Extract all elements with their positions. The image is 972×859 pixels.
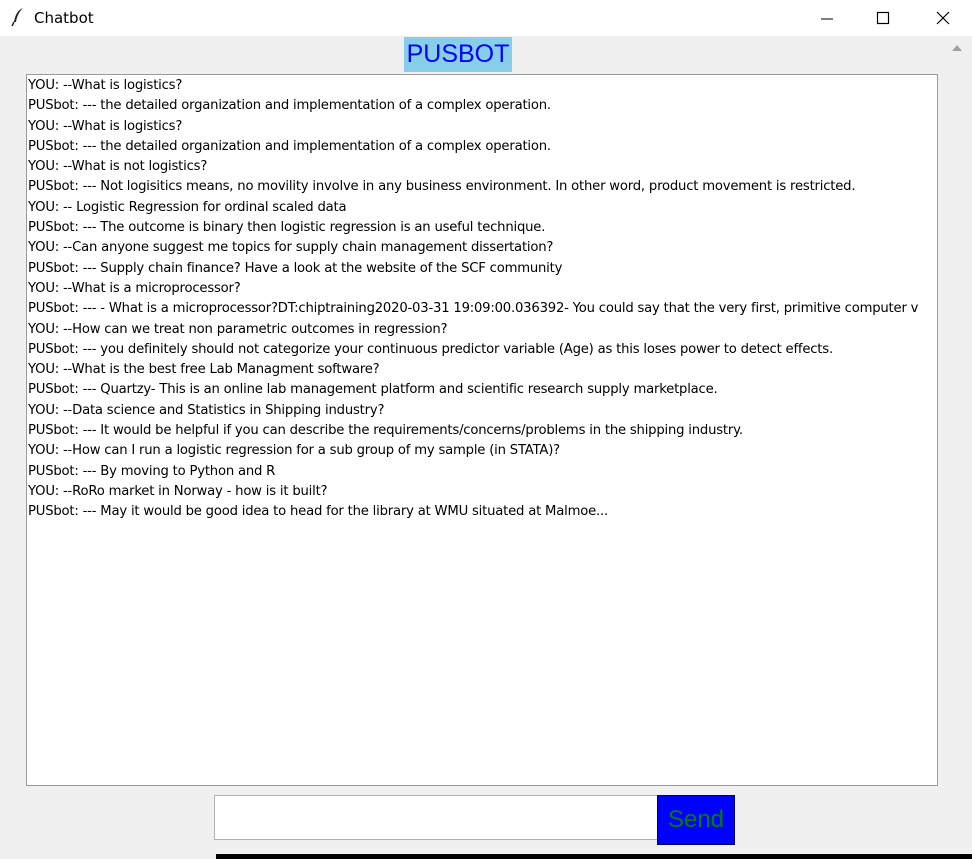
feather-icon	[10, 7, 28, 27]
chat-message-line: PUSbot: --- you definitely should not ca…	[28, 341, 833, 357]
chat-message-line: PUSbot: --- It would be helpful if you c…	[28, 423, 743, 439]
title-bar: Chatbot	[0, 0, 972, 36]
bot-name-label: PUSBOT	[404, 37, 512, 72]
chat-message-line: YOU: --What is not logistics?	[28, 159, 208, 175]
chat-log[interactable]: YOU: --What is logistics? PUSbot: --- the…	[26, 74, 938, 786]
scroll-up-icon[interactable]	[952, 45, 962, 51]
chat-message-line: YOU: --What is logistics?	[28, 78, 183, 93]
chat-message-line: YOU: --What is logistics?	[28, 118, 183, 134]
chat-message-line: PUSbot: --- Not logisitics means, no mov…	[28, 179, 856, 195]
chat-message-line: YOU: --What is the best free Lab Managme…	[28, 362, 380, 378]
maximize-button[interactable]	[855, 0, 911, 36]
chat-message-line: YOU: --Can anyone suggest me topics for …	[28, 240, 554, 256]
chat-message-line: PUSbot: --- Supply chain finance? Have a…	[28, 260, 563, 276]
minimize-button[interactable]	[799, 0, 855, 36]
chat-message-line: YOU: --RoRo market in Norway - how is it…	[28, 483, 328, 499]
window-bottom-edge	[216, 854, 972, 859]
chat-message-line: YOU: -- Logistic Regression for ordinal …	[28, 199, 347, 215]
chat-message-line: PUSbot: --- The outcome is binary then l…	[28, 220, 546, 236]
maximize-icon	[876, 11, 890, 25]
window-scrollbar[interactable]	[940, 37, 972, 859]
chat-message-line: PUSbot: --- - What is a microprocessor?D…	[28, 301, 919, 317]
close-icon	[936, 11, 950, 25]
chat-message-line: YOU: --Data science and Statistics in Sh…	[28, 402, 385, 418]
chat-message-line: PUSbot: --- Quartzy- This is an online l…	[28, 382, 718, 398]
chat-message-line: YOU: --How can we treat non parametric o…	[28, 321, 448, 337]
close-button[interactable]	[915, 0, 971, 36]
chat-message-line: PUSbot: --- the detailed organization an…	[28, 98, 551, 114]
message-input[interactable]	[214, 795, 658, 840]
window-title: Chatbot	[34, 9, 94, 27]
minimize-icon	[821, 18, 833, 20]
chat-message-line: PUSbot: --- May it would be good idea to…	[28, 504, 608, 520]
chat-message-line: PUSbot: --- By moving to Python and R	[28, 463, 276, 479]
chat-message-line: PUSbot: --- the detailed organization an…	[28, 138, 551, 154]
send-button[interactable]: Send	[657, 795, 735, 845]
chat-message-line: YOU: --What is a microprocessor?	[28, 280, 241, 296]
chat-message-line: YOU: --How can I run a logistic regressi…	[28, 443, 560, 459]
